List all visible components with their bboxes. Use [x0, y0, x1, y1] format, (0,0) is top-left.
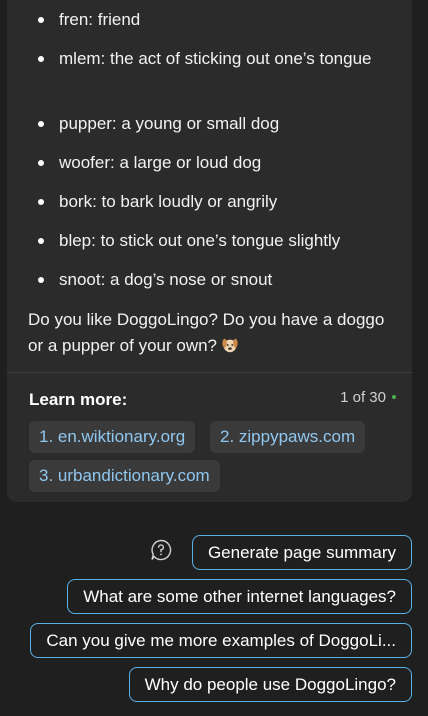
bullet — [38, 56, 44, 62]
glossary-item-pupper: pupper: a young or small dog — [38, 111, 389, 137]
response-card: fren: friend mlem: the act of sticking o… — [7, 0, 412, 502]
glossary-item-blep: blep: to stick out one’s tongue slightly — [38, 228, 389, 254]
source-link-wiktionary[interactable]: 1. en.wiktionary.org — [29, 421, 196, 453]
bullet — [38, 121, 44, 127]
bullet — [38, 199, 44, 205]
citation-counter: 1 of 30 — [340, 389, 396, 406]
glossary-item-text: blep: to stick out one’s tongue slightly — [59, 231, 341, 250]
dog-face-emoji-icon — [222, 338, 238, 353]
glossary-item-text: fren: friend — [59, 10, 141, 29]
status-dot-icon — [392, 395, 396, 399]
glossary-item-text: woofer: a large or loud dog — [59, 153, 262, 172]
learn-more-title: Learn more: — [29, 390, 128, 409]
bullet — [38, 17, 44, 23]
closing-text: Do you like DoggoLingo? Do you have a do… — [28, 310, 385, 355]
source-link-zippypaws[interactable]: 2. zippypaws.com — [210, 421, 366, 453]
bullet — [38, 277, 44, 283]
bullet — [38, 160, 44, 166]
glossary-item-woofer: woofer: a large or loud dog — [38, 150, 389, 176]
glossary-item-snoot: snoot: a dog’s nose or snout — [38, 267, 389, 293]
glossary-item-text: bork: to bark loudly or angrily — [59, 192, 278, 211]
glossary-item-text: mlem: the act of sticking out one’s tong… — [59, 49, 372, 68]
question-bubble-icon[interactable] — [149, 538, 173, 562]
bullet — [38, 238, 44, 244]
glossary-item-mlem: mlem: the act of sticking out one’s tong… — [38, 46, 389, 72]
divider — [7, 372, 412, 373]
source-link-urbandictionary[interactable]: 3. urbandictionary.com — [29, 460, 220, 492]
glossary-item-bork: bork: to bark loudly or angrily — [38, 189, 389, 215]
glossary-item-text: snoot: a dog’s nose or snout — [59, 270, 273, 289]
glossary-item-text: pupper: a young or small dog — [59, 114, 280, 133]
glossary-item-fren: fren: friend — [38, 7, 389, 33]
citation-counter-text: 1 of 30 — [340, 389, 386, 406]
suggestion-more-examples[interactable]: Can you give me more examples of DoggoLi… — [30, 623, 412, 658]
suggestion-why-use[interactable]: Why do people use DoggoLingo? — [128, 667, 412, 702]
suggestion-generate-summary[interactable]: Generate page summary — [191, 535, 412, 570]
closing-question: Do you like DoggoLingo? Do you have a do… — [28, 307, 388, 359]
suggestion-other-languages[interactable]: What are some other internet languages? — [67, 579, 412, 614]
